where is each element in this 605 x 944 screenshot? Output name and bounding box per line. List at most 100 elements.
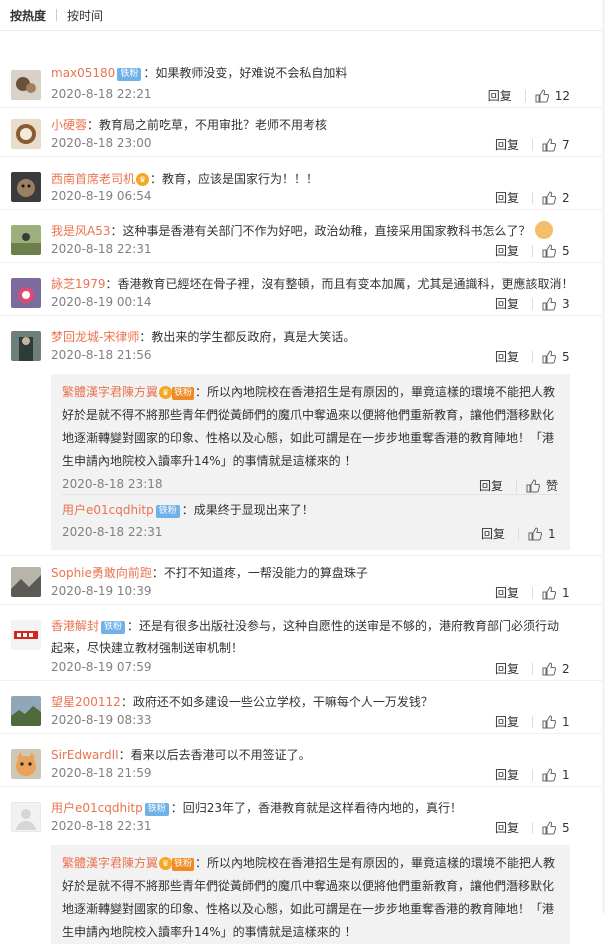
like-button[interactable]: 5 — [542, 821, 572, 835]
reply-button[interactable]: 回复 — [481, 525, 505, 542]
comment-time: 2020-8-18 22:31 — [51, 819, 152, 833]
comment-item: 我是风A53：这种事是香港有关部门不作为好吧，政治幼稚，直接采用国家教科书怎么了… — [0, 217, 605, 263]
comment-user[interactable]: 西南首席老司机 — [51, 172, 135, 186]
avatar[interactable] — [11, 172, 41, 202]
like-button[interactable]: 1 — [528, 527, 558, 541]
comment-user[interactable]: SirEdwardII — [51, 748, 119, 762]
reply-button[interactable]: 回复 — [479, 477, 503, 494]
action-divider — [515, 479, 517, 492]
like-button[interactable]: 2 — [542, 191, 572, 205]
avatar[interactable] — [11, 696, 41, 726]
sub-reply-actions: 回复 1 — [481, 525, 558, 542]
like-button[interactable]: 赞 — [526, 477, 558, 494]
crown-icon: ♛ — [159, 386, 173, 399]
comment-user[interactable]: 詠芝1979 — [51, 277, 106, 291]
comment-text: ：教出来的学生都反政府，真是大笑话。 — [139, 330, 356, 344]
tab-time[interactable]: 按时间 — [67, 7, 103, 24]
comment-item: Sophie勇敢向前跑：不打不知道疼，一帮没能力的算盘珠子 2020-8-19 … — [0, 559, 605, 605]
thumb-up-icon — [542, 661, 556, 675]
sub-reply-text: 好於是就不得不將那些青年們從黃師們的魔爪中奪過來以便將他們重新教育，讓他們潛移默… — [62, 879, 555, 893]
like-button[interactable]: 3 — [542, 297, 572, 311]
avatar[interactable] — [11, 620, 41, 650]
comment-time: 2020-8-19 07:59 — [51, 660, 152, 674]
sub-reply-user[interactable]: 繁體漢字君陳方翼 — [62, 856, 158, 870]
avatar[interactable] — [11, 225, 41, 255]
comment-text: ：看来以后去香港可以不用签证了。 — [118, 748, 311, 762]
comment-text: 起来，尽快建立教材强制送审机制！ — [51, 641, 244, 655]
fan-badge: 铁粉 — [117, 68, 142, 81]
thumb-up-icon — [542, 714, 556, 728]
sub-reply-user[interactable]: 用户e01cqdhitp — [62, 503, 154, 517]
comment-text: ：教育，应该是国家行为！！！ — [150, 172, 319, 186]
reply-button[interactable]: 回复 — [495, 348, 519, 365]
reply-button[interactable]: 回复 — [495, 242, 519, 259]
like-button[interactable]: 7 — [542, 138, 572, 152]
crown-icon: ♛ — [159, 857, 173, 870]
sub-reply-time: 2020-8-18 23:18 — [62, 477, 163, 491]
action-divider — [524, 89, 526, 102]
comment-user[interactable]: max05180 — [51, 66, 115, 80]
comment-actions: 回复 1 — [495, 584, 572, 601]
reply-button[interactable]: 回复 — [495, 766, 519, 783]
comment-text: ：香港教育已經坯在骨子裡，沒有整頓，而且有变本加厲，尤其是通識科，更應該取消！ — [105, 277, 574, 291]
like-count: 2 — [562, 190, 570, 205]
reply-button[interactable]: 回复 — [495, 136, 519, 153]
like-button[interactable]: 1 — [542, 715, 572, 729]
action-divider — [518, 527, 519, 540]
avatar[interactable] — [11, 567, 41, 597]
comment-user[interactable]: Sophie勇敢向前跑 — [51, 566, 152, 580]
reply-button[interactable]: 回复 — [495, 295, 519, 312]
comment-text: ：如果教师没变，好难说不会私自加料 — [143, 66, 348, 80]
sub-replies: 繁體漢字君陳方翼 ♛ 铁粉 ：所以內地院校在香港招生是有原因的，畢竟這樣的環境不能把人… — [51, 374, 570, 550]
comment-actions: 回复 5 — [495, 348, 572, 365]
comment-user[interactable]: 梦回龙城-宋律师 — [51, 330, 139, 344]
comment-time: 2020-8-19 10:39 — [51, 584, 152, 598]
reply-button[interactable]: 回复 — [495, 819, 519, 836]
comment-item: 西南首席老司机 ♛ ：教育，应该是国家行为！！！ 2020-8-19 06:54 回… — [0, 164, 605, 210]
action-divider — [532, 662, 533, 675]
comment-item: 香港解封 铁粉 ：还是有很多出版社没参与，这种自愿性的送审是不够的，港府教育部门必须… — [0, 612, 605, 681]
comment-user[interactable]: 用户e01cqdhitp — [51, 801, 143, 815]
vip-badge: ♛ 铁粉 — [159, 380, 195, 403]
action-divider — [532, 715, 533, 728]
like-button[interactable]: 2 — [542, 662, 572, 676]
avatar[interactable] — [11, 749, 41, 779]
divider — [62, 494, 560, 495]
like-button[interactable]: 12 — [535, 89, 570, 103]
sub-reply-text: ：成果终于显现出来了！ — [181, 503, 314, 517]
avatar[interactable] — [11, 802, 41, 832]
reply-button[interactable]: 回复 — [495, 584, 519, 601]
comment-user[interactable]: 我是风A53 — [51, 224, 110, 238]
sub-reply-text: ：所以內地院校在香港招生是有原因的，畢竟這樣的環境不能把人教 — [195, 856, 556, 870]
avatar[interactable] — [11, 119, 41, 149]
thumb-up-icon — [542, 820, 556, 834]
like-button[interactable]: 1 — [542, 768, 572, 782]
reply-button[interactable]: 回复 — [495, 189, 519, 206]
reply-button[interactable]: 回复 — [488, 87, 512, 104]
like-count: 3 — [562, 296, 570, 311]
comment-user[interactable]: 香港解封 — [51, 619, 99, 633]
like-button[interactable]: 1 — [542, 586, 572, 600]
comment-user[interactable]: 望星200112 — [51, 695, 121, 709]
like-count: 7 — [562, 137, 570, 152]
sub-reply-text: 地逐漸轉變對國家的印象、性格以及心態，如此可謂是在一步步地重奪香港的教育陣地！「… — [62, 431, 555, 445]
comment-time: 2020-8-18 21:56 — [51, 348, 152, 362]
comment-user[interactable]: 小硬蓉 — [51, 118, 87, 132]
sub-reply-actions: 回复 赞 — [479, 477, 558, 494]
avatar[interactable] — [11, 331, 41, 361]
like-button[interactable]: 5 — [542, 350, 572, 364]
reply-button[interactable]: 回复 — [495, 713, 519, 730]
comment-actions: 回复 1 — [495, 766, 572, 783]
vip-badge: ♛ 铁粉 — [159, 851, 195, 874]
avatar[interactable] — [11, 278, 41, 308]
comment-actions: 回复 2 — [495, 189, 572, 206]
thumb-up-icon — [542, 190, 556, 204]
sub-reply-text: 生申請內地院校入讀率升14%」的事情就是這樣來的 ！ — [62, 925, 357, 939]
like-count: 2 — [562, 661, 570, 676]
tab-hot[interactable]: 按热度 — [10, 7, 46, 24]
like-button[interactable]: 5 — [542, 244, 572, 258]
sub-reply-user[interactable]: 繁體漢字君陳方翼 — [62, 385, 158, 399]
sub-replies: 繁體漢字君陳方翼 ♛ 铁粉 ：所以內地院校在香港招生是有原因的，畢竟這樣的環境不能把人… — [51, 845, 570, 944]
avatar[interactable] — [11, 70, 41, 100]
reply-button[interactable]: 回复 — [495, 660, 519, 677]
